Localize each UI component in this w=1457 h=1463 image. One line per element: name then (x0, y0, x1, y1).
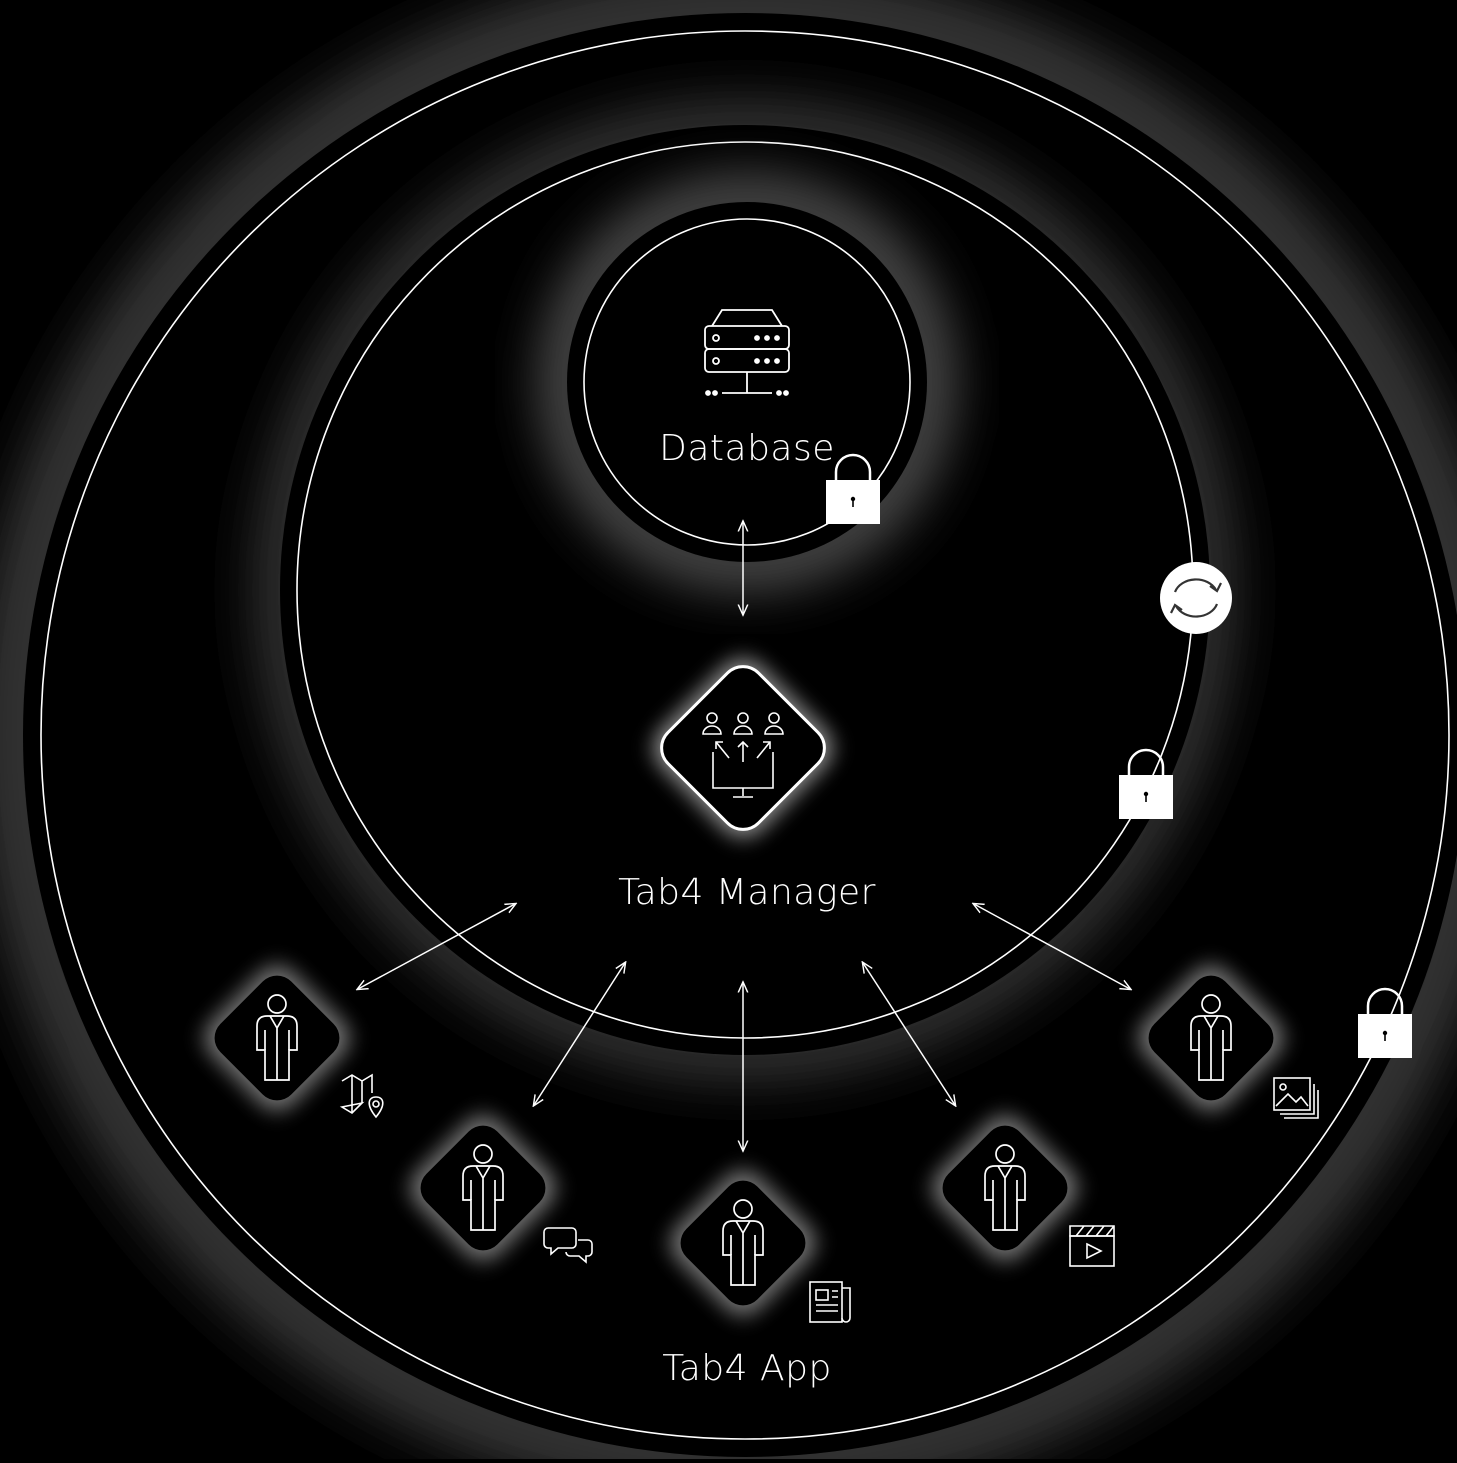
app-label: Tab4 App (662, 1348, 832, 1389)
architecture-diagram: Database Tab4 Manager Tab4 App (0, 0, 1457, 1463)
diagram-canvas (0, 0, 1457, 1463)
database-label: Database (659, 428, 835, 469)
sync-icon (1160, 562, 1232, 634)
manager-label: Tab4 Manager (618, 872, 876, 913)
